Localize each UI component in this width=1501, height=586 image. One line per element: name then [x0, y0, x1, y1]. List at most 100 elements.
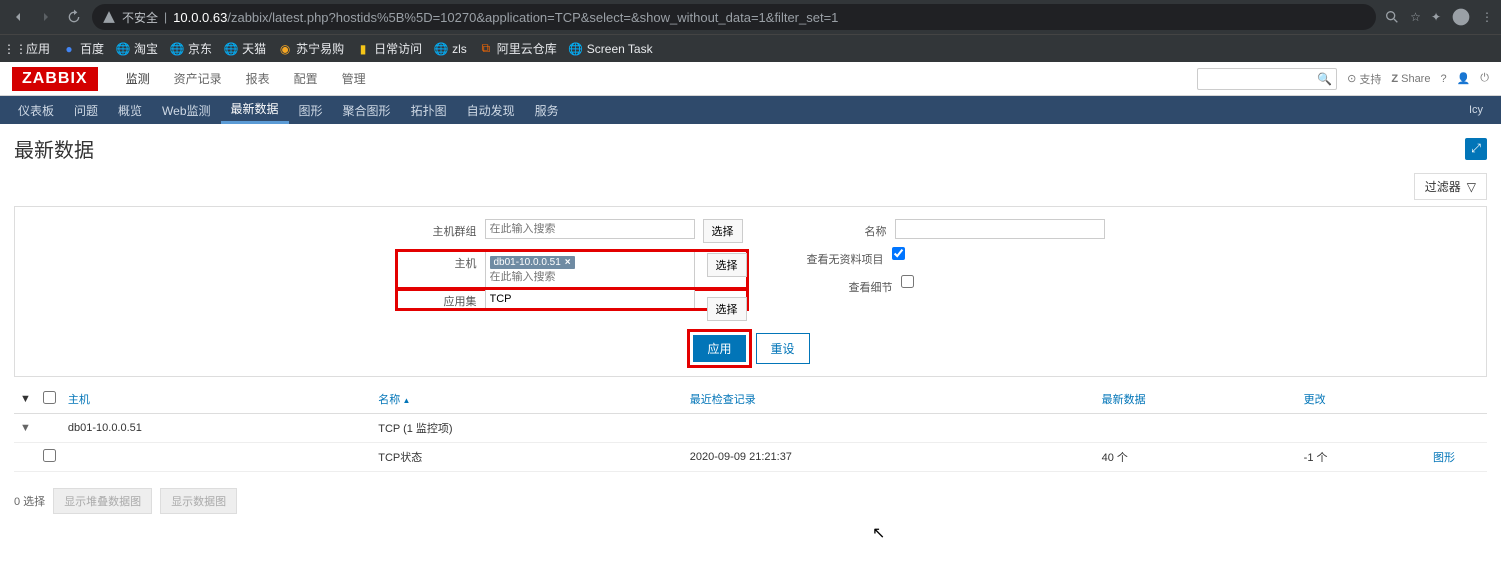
- zabbix-search[interactable]: 🔍: [1197, 68, 1337, 90]
- label-name: 名称: [807, 219, 887, 239]
- subnav-services[interactable]: 服务: [525, 96, 569, 124]
- power-icon[interactable]: ⏻: [1480, 72, 1489, 85]
- subnav-problems[interactable]: 问题: [64, 96, 108, 124]
- table-footer: 0 选择 显示堆叠数据图 显示数据图: [0, 480, 1501, 522]
- apply-button[interactable]: 应用: [693, 335, 745, 362]
- reset-button[interactable]: 重设: [756, 333, 810, 364]
- cursor-icon: ↖: [872, 523, 885, 543]
- zabbix-mainnav: 监测 资产记录 报表 配置 管理: [114, 62, 378, 96]
- insecure-label: 不安全: [122, 9, 158, 26]
- page-title-bar: 最新数据 ⤢: [0, 124, 1501, 173]
- label-hostgroup: 主机群组: [397, 219, 477, 239]
- cell-last-check: 2020-09-09 21:21:37: [684, 443, 1096, 472]
- forward-button[interactable]: [36, 7, 56, 27]
- filter-icon: ▽: [1467, 180, 1476, 194]
- subnav-overview[interactable]: 概览: [108, 96, 152, 124]
- search-input[interactable]: [1202, 73, 1317, 85]
- graph-button: 显示数据图: [160, 488, 237, 514]
- bookmarks-bar: ⋮⋮应用 ●百度 🌐淘宝 🌐京东 🌐天猫 ◉苏宁易购 ▮日常访问 🌐zls ⧉阿…: [0, 34, 1501, 62]
- help-icon[interactable]: ?: [1440, 73, 1446, 85]
- th-host[interactable]: 主机: [62, 385, 372, 414]
- show-no-data-checkbox[interactable]: [892, 247, 905, 260]
- hostgroup-multiselect[interactable]: [485, 219, 695, 239]
- app-select-btn[interactable]: 选择: [707, 297, 747, 321]
- mainnav-monitor[interactable]: 监测: [114, 62, 162, 96]
- url-bar[interactable]: 不安全 | 10.0.0.63/zabbix/latest.php?hostid…: [92, 4, 1376, 30]
- bookmark-zls[interactable]: 🌐zls: [434, 42, 467, 56]
- bookmark-suning[interactable]: ◉苏宁易购: [278, 40, 344, 57]
- bookmark-tmall[interactable]: 🌐天猫: [224, 40, 266, 57]
- host-tag[interactable]: db01-10.0.0.51 ×: [490, 256, 575, 269]
- label-show-no-data: 查看无资料项目: [807, 247, 884, 267]
- show-details-checkbox[interactable]: [901, 275, 914, 288]
- bookmark-daily[interactable]: ▮日常访问: [356, 40, 422, 57]
- profile-icon[interactable]: [1451, 7, 1471, 27]
- th-change[interactable]: 更改: [1298, 385, 1427, 414]
- cell-item-name: TCP状态: [372, 443, 684, 472]
- mainnav-reports[interactable]: 报表: [234, 62, 282, 96]
- extensions-icon[interactable]: ✦: [1431, 10, 1441, 24]
- browser-toolbar: 不安全 | 10.0.0.63/zabbix/latest.php?hostid…: [0, 0, 1501, 34]
- th-last-check[interactable]: 最近检查记录: [684, 385, 1096, 414]
- cell-app: TCP (1 监控项): [372, 414, 684, 443]
- collapse-row[interactable]: ▼: [14, 414, 37, 443]
- hostgroup-input[interactable]: [490, 223, 690, 235]
- subnav-screens[interactable]: 聚合图形: [333, 96, 401, 124]
- label-host: 主机: [397, 251, 477, 271]
- bookmark-screentask[interactable]: 🌐Screen Task: [569, 42, 653, 56]
- bookmark-aliyun[interactable]: ⧉阿里云仓库: [479, 40, 557, 57]
- user-icon[interactable]: 👤: [1457, 72, 1471, 85]
- mainnav-inventory[interactable]: 资产记录: [162, 62, 234, 96]
- th-name[interactable]: 名称: [372, 385, 684, 414]
- app-input[interactable]: [485, 289, 695, 309]
- cell-host: db01-10.0.0.51: [62, 414, 372, 443]
- zabbix-subnav: 仪表板 问题 概览 Web监测 最新数据 图形 聚合图形 拓扑图 自动发现 服务…: [0, 96, 1501, 124]
- host-select-btn[interactable]: 选择: [707, 253, 747, 277]
- host-multiselect[interactable]: db01-10.0.0.51 ×: [485, 251, 695, 289]
- label-show-details: 查看细节: [849, 275, 893, 295]
- page-title: 最新数据: [14, 134, 94, 163]
- host-input[interactable]: [490, 271, 690, 283]
- mainnav-config[interactable]: 配置: [282, 62, 330, 96]
- th-last-value[interactable]: 最新数据: [1096, 385, 1298, 414]
- name-input[interactable]: [895, 219, 1105, 239]
- reload-button[interactable]: [64, 7, 84, 27]
- cell-last-value: 40 个: [1096, 443, 1298, 472]
- subnav-dashboard[interactable]: 仪表板: [8, 96, 64, 124]
- table-item-row: TCP状态 2020-09-09 21:21:37 40 个 -1 个 图形: [14, 443, 1487, 472]
- label-app: 应用集: [397, 289, 477, 309]
- table-group-row: ▼ db01-10.0.0.51 TCP (1 监控项): [14, 414, 1487, 443]
- hostgroup-select-btn[interactable]: 选择: [703, 219, 743, 243]
- bookmark-apps[interactable]: ⋮⋮应用: [8, 40, 50, 57]
- mainnav-admin[interactable]: 管理: [330, 62, 378, 96]
- subnav-web[interactable]: Web监测: [152, 96, 220, 124]
- latest-data-table: ▼ 主机 名称 最近检查记录 最新数据 更改 ▼ db01-10.0.0.51 …: [14, 385, 1487, 472]
- bookmark-baidu[interactable]: ●百度: [62, 40, 104, 57]
- filter-toggle[interactable]: 过滤器 ▽: [1414, 173, 1487, 200]
- remove-tag-icon[interactable]: ×: [565, 257, 571, 268]
- stacked-graph-button: 显示堆叠数据图: [53, 488, 152, 514]
- subnav-maps[interactable]: 拓扑图: [401, 96, 457, 124]
- star-icon[interactable]: ☆: [1410, 10, 1421, 24]
- search-icon[interactable]: 🔍: [1317, 72, 1332, 86]
- subnav-discovery[interactable]: 自动发现: [457, 96, 525, 124]
- subnav-latest[interactable]: 最新数据: [221, 96, 289, 124]
- bookmark-taobao[interactable]: 🌐淘宝: [116, 40, 158, 57]
- menu-icon[interactable]: ⋮: [1481, 10, 1493, 24]
- row-checkbox[interactable]: [43, 449, 56, 462]
- support-link[interactable]: ⊙ 支持: [1347, 71, 1381, 87]
- select-all-checkbox[interactable]: [43, 391, 56, 404]
- zabbix-logo[interactable]: ZABBIX: [12, 67, 98, 91]
- share-link[interactable]: Z Share: [1391, 73, 1430, 85]
- graph-link[interactable]: 图形: [1433, 452, 1455, 464]
- zabbix-header: ZABBIX 监测 资产记录 报表 配置 管理 🔍 ⊙ 支持 Z Share ?…: [0, 62, 1501, 96]
- url-text: 10.0.0.63/zabbix/latest.php?hostids%5B%5…: [173, 10, 838, 25]
- back-button[interactable]: [8, 7, 28, 27]
- collapse-all[interactable]: ▼: [14, 385, 37, 414]
- subnav-graphs[interactable]: 图形: [289, 96, 333, 124]
- search-icon[interactable]: [1384, 9, 1400, 25]
- selected-count: 0 选择: [14, 493, 45, 509]
- username-label: Icy: [1469, 104, 1493, 116]
- fullscreen-button[interactable]: ⤢: [1465, 138, 1487, 160]
- bookmark-jd[interactable]: 🌐京东: [170, 40, 212, 57]
